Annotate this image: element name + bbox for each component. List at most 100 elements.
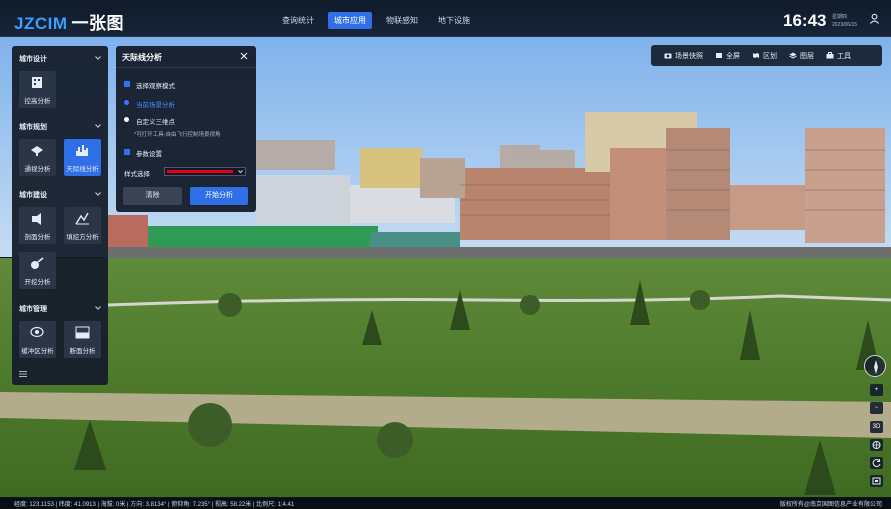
compass-control[interactable] (864, 355, 886, 377)
tool-label: 断面分析 (69, 348, 96, 355)
close-icon[interactable] (240, 52, 248, 60)
menu-icon[interactable] (19, 371, 27, 377)
chevron-down-icon (95, 306, 101, 310)
tool-visibility[interactable]: 通视分析 (19, 139, 56, 176)
observe-mode-checkbox[interactable] (124, 81, 130, 87)
reset-view-button[interactable] (870, 457, 883, 469)
top-bar: JZCIM 一张图 查询统计 城市应用 物联感知 地下设施 16:43 星期四 2… (0, 0, 891, 37)
height-control-icon (32, 77, 42, 88)
chevron-down-icon (95, 192, 101, 196)
start-analysis-button[interactable]: 开始分析 (190, 187, 248, 205)
section-city-construction[interactable]: 城市建设 (12, 188, 108, 202)
tools-button[interactable]: 工具 (821, 51, 856, 61)
section-title: 城市管理 (19, 306, 47, 313)
division-button[interactable]: 区划 (747, 51, 782, 61)
nav-query-stats[interactable]: 查询统计 (276, 12, 320, 29)
division-label: 区划 (763, 52, 777, 60)
section-title: 城市规划 (19, 124, 47, 131)
layers-button[interactable]: 图层 (784, 51, 819, 61)
layers-icon (789, 52, 797, 59)
chevron-down-icon (95, 124, 101, 128)
current-scene-radio[interactable] (124, 100, 129, 105)
status-bar: 经度: 123.1153 | 纬度: 41.0913 | 海拔: 0米 | 方向… (0, 497, 891, 509)
zoom-in-button[interactable]: + (870, 384, 883, 396)
chevron-down-icon (95, 56, 101, 60)
clock-time: 16:43 (783, 11, 827, 30)
section-title: 城市设计 (19, 56, 47, 63)
fullscreen-button[interactable]: 全屏 (710, 51, 745, 61)
section-city-design[interactable]: 城市设计 (12, 52, 108, 66)
nav-iot-sensing[interactable]: 物联感知 (380, 12, 424, 29)
cut-fill-icon (75, 212, 89, 225)
tool-label: 缓冲区分析 (21, 348, 54, 355)
function-sidebar: 城市设计 控高分析 城市规划 通视分析 天际线分析 城市建设 剖面分析 填挖方分… (12, 46, 108, 385)
globe-button[interactable] (870, 439, 883, 451)
copyright-text: 版权所有@南京国图信息产业有限公司 (779, 502, 882, 508)
map-icon (753, 53, 759, 58)
nav-underground[interactable]: 地下设施 (432, 12, 476, 29)
observe-mode-label: 选择观察模式 (136, 83, 175, 90)
tools-label: 工具 (837, 52, 851, 60)
visibility-icon (31, 146, 43, 156)
layers-label: 图层 (800, 52, 814, 60)
param-settings-checkbox[interactable] (124, 149, 130, 155)
nav-city-apps[interactable]: 城市应用 (328, 12, 372, 29)
chevron-down-icon (238, 170, 243, 174)
tool-label: 控高分析 (24, 98, 51, 105)
app-logo: JZCIM 一张图 (14, 9, 124, 34)
tool-label: 通视分析 (24, 166, 51, 173)
fullscreen-icon (716, 53, 722, 58)
refresh-icon (872, 459, 881, 468)
section-icon (75, 326, 90, 339)
profile-icon (32, 213, 41, 225)
tool-label: 填挖方分析 (66, 234, 99, 241)
style-select[interactable] (164, 167, 246, 176)
toolbox-icon (826, 52, 834, 59)
tool-buffer[interactable]: 缓冲区分析 (19, 321, 56, 358)
coordinate-readout: 经度: 123.1153 | 纬度: 41.0913 | 海拔: 0米 | 方向… (14, 502, 295, 508)
divider (116, 67, 256, 68)
clock-weekday: 星期四 (832, 14, 848, 20)
camera-icon (664, 53, 672, 59)
tool-label: 开挖分析 (24, 279, 51, 286)
globe-icon (872, 441, 881, 449)
tool-skyline[interactable]: 天际线分析 (64, 139, 101, 176)
section-city-management[interactable]: 城市管理 (12, 302, 108, 316)
skyline-analysis-dialog: 天际线分析 选择观察模式 当前场景分析 自定义三维点 *可打开工具-自由飞行控制… (116, 46, 256, 212)
screenshot-button[interactable] (870, 475, 883, 487)
tool-cut-fill[interactable]: 填挖方分析 (64, 207, 101, 244)
compass-icon (874, 360, 878, 374)
tool-label: 剖面分析 (24, 234, 51, 241)
dialog-title: 天际线分析 (122, 53, 162, 62)
section-city-planning[interactable]: 城市规划 (12, 120, 108, 134)
snapshot-label: 场景快照 (675, 52, 703, 60)
tool-label: 天际线分析 (66, 166, 99, 173)
logo-text: 一张图 (71, 14, 124, 33)
tool-profile[interactable]: 剖面分析 (19, 207, 56, 244)
fullscreen-label: 全屏 (726, 52, 740, 60)
logo-brand: JZCIM (14, 14, 68, 33)
tool-height-control[interactable]: 控高分析 (19, 71, 56, 108)
clock-date: 2023/06/15 (832, 22, 858, 28)
style-select-label: 样式选择 (124, 171, 150, 178)
current-scene-label[interactable]: 当前场景分析 (136, 99, 175, 109)
buffer-icon (30, 326, 44, 338)
clear-button[interactable]: 清除 (123, 187, 182, 205)
main-nav: 查询统计 城市应用 物联感知 地下设施 (276, 12, 476, 29)
scene-toolbar: 场景快照 全屏 区划 图层 工具 (651, 45, 882, 66)
tool-excavation[interactable]: 开挖分析 (19, 252, 56, 289)
style-color-swatch (167, 170, 233, 173)
fly-hint-text: *可打开工具-自由飞行控制场景视角 (134, 132, 221, 138)
tool-section[interactable]: 断面分析 (64, 321, 101, 358)
custom-point-label[interactable]: 自定义三维点 (136, 116, 175, 126)
skyline-icon (76, 145, 88, 156)
excavation-icon (31, 257, 44, 269)
view-3d-button[interactable]: 3D (870, 421, 883, 433)
section-title: 城市建设 (19, 192, 47, 199)
custom-point-radio[interactable] (124, 117, 129, 122)
snapshot-button[interactable]: 场景快照 (659, 51, 708, 61)
zoom-out-button[interactable]: − (870, 402, 883, 414)
capture-icon (872, 477, 881, 485)
param-settings-label: 参数设置 (136, 151, 162, 158)
user-icon[interactable] (869, 13, 880, 24)
